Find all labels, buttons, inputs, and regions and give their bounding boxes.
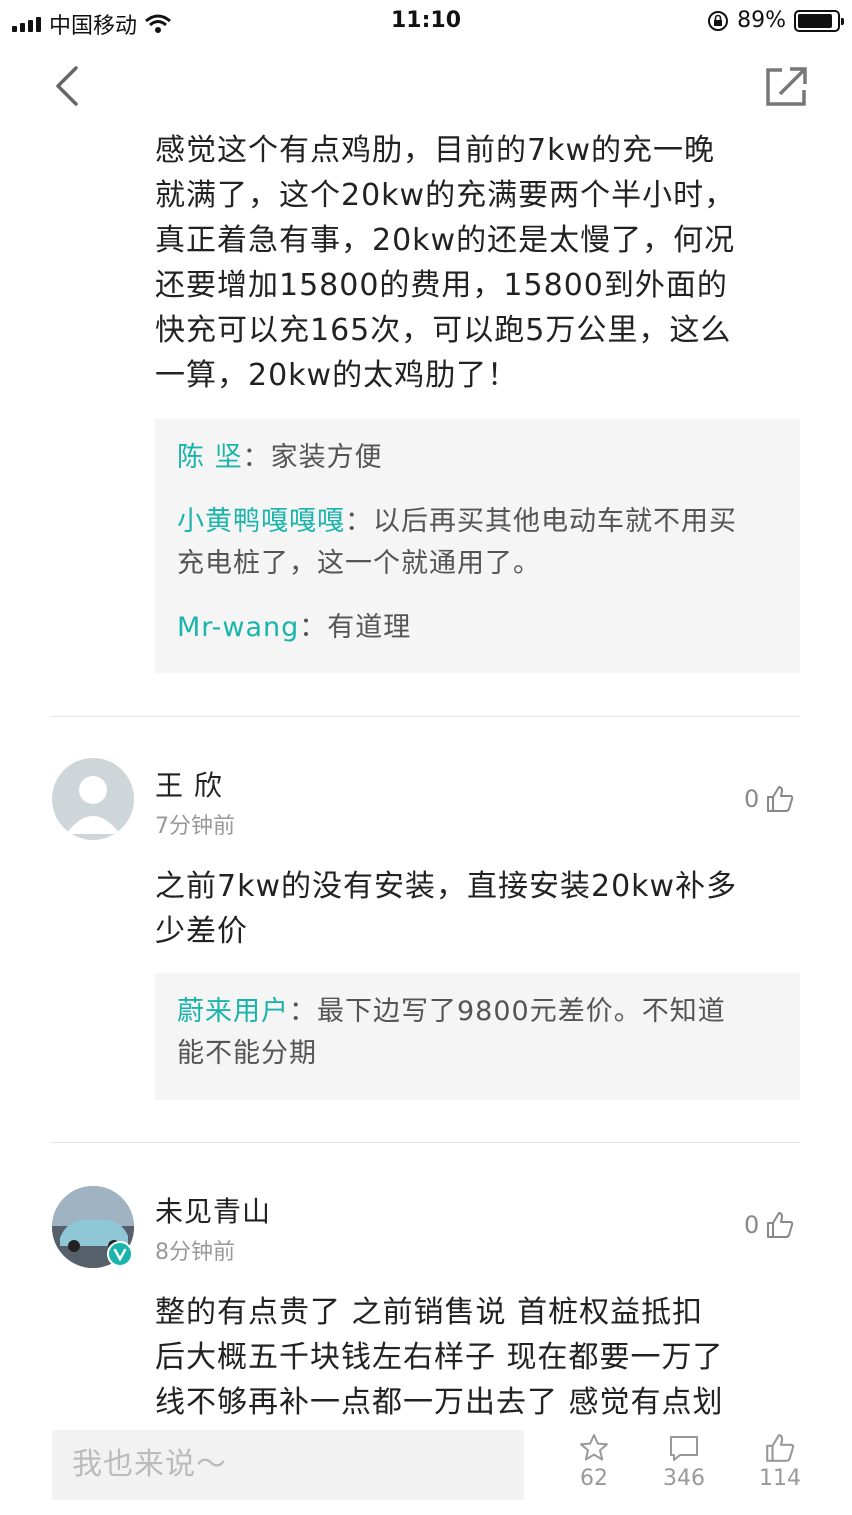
comment-username[interactable]: 未见青山 [155, 1190, 271, 1230]
reply-item[interactable]: 小黄鸭嘎嘎嘎：以后再买其他电动车就不用买 充电桩了，这一个就通用了。 [177, 501, 778, 585]
avatar[interactable] [52, 758, 134, 840]
status-bar: 中国移动 11:10 89% [0, 0, 852, 44]
post-line: 快充可以充165次，可以跑5万公里，这么 [155, 313, 732, 348]
default-avatar-icon [66, 776, 120, 834]
comments-count: 346 [663, 1466, 705, 1491]
like-button[interactable]: 0 [744, 784, 795, 814]
reply-text: 能不能分期 [177, 1038, 317, 1069]
comment-icon [670, 1436, 698, 1461]
back-icon[interactable] [48, 62, 88, 110]
post-line: 就满了，这个20kw的充满要两个半小时， [155, 178, 736, 213]
comment-line: 整的有点贵了 之前销售说 首桩权益抵扣 [155, 1295, 704, 1330]
post-line: 还要增加15800的费用，15800到外面的 [155, 268, 728, 303]
comment-line: 线不够再补一点都一万出去了 感觉有点划 [155, 1385, 724, 1420]
orientation-lock-icon [708, 10, 729, 31]
reply-item[interactable]: 蔚来用户：最下边写了9800元差价。不知道 能不能分期 [177, 991, 778, 1075]
divider [50, 716, 800, 717]
comment-line: 之前7kw的没有安装，直接安装20kw补多 [155, 869, 738, 904]
likes-button[interactable]: 114 [745, 1432, 815, 1491]
reply-text: 充电桩了，这一个就通用了。 [177, 548, 541, 579]
reply-box[interactable]: 陈 坚：家装方便 小黄鸭嘎嘎嘎：以后再买其他电动车就不用买 充电桩了，这一个就通… [155, 419, 800, 673]
thumbs-up-icon [767, 1212, 794, 1238]
reply-separator: ： [299, 612, 328, 643]
reply-box[interactable]: 蔚来用户：最下边写了9800元差价。不知道 能不能分期 [155, 973, 800, 1100]
comment-content: 之前7kw的没有安装，直接安装20kw补多 少差价 [155, 864, 805, 954]
reply-separator: ： [289, 996, 317, 1027]
divider [50, 1142, 800, 1143]
reply-item[interactable]: Mr-wang：有道理 [177, 607, 778, 649]
like-count: 0 [744, 785, 760, 813]
reply-text: 有道理 [327, 612, 412, 643]
reply-text: 以后再买其他电动车就不用买 [373, 506, 737, 537]
favorite-count: 62 [580, 1466, 608, 1491]
reply-author[interactable]: 蔚来用户 [177, 996, 289, 1027]
comment-content: 整的有点贵了 之前销售说 首桩权益抵扣 后大概五千块钱左右样子 现在都要一万了 … [155, 1290, 805, 1420]
comment-line: 少差价 [155, 914, 248, 949]
thumbs-up-icon [767, 786, 794, 812]
star-icon [580, 1434, 608, 1461]
verified-badge-icon [107, 1241, 133, 1267]
post-line: 真正着急有事，20kw的还是太慢了，何况 [155, 223, 736, 258]
reply-author[interactable]: 小黄鸭嘎嘎嘎 [177, 506, 345, 537]
reply-separator: ： [345, 506, 373, 537]
battery-percent: 89% [737, 8, 786, 33]
thumbs-up-icon [766, 1434, 795, 1462]
post-content: 感觉这个有点鸡肋，目前的7kw的充一晚 就满了，这个20kw的充满要两个半小时，… [155, 128, 805, 398]
like-button[interactable]: 0 [744, 1210, 795, 1240]
comment-line: 后大概五千块钱左右样子 现在都要一万了 [155, 1340, 724, 1375]
battery-fill [798, 13, 832, 28]
comment-username[interactable]: 王 欣 [155, 764, 223, 804]
comment-time: 8分钟前 [155, 1240, 235, 1265]
comment-input[interactable]: 我也来说～ [52, 1430, 524, 1500]
likes-count: 114 [759, 1466, 801, 1491]
post-line: 感觉这个有点鸡肋，目前的7kw的充一晚 [155, 133, 715, 168]
reply-item[interactable]: 陈 坚：家装方便 [177, 437, 778, 479]
favorite-button[interactable]: 62 [559, 1432, 629, 1491]
battery-icon [794, 9, 844, 32]
comment-time: 7分钟前 [155, 814, 235, 839]
share-icon[interactable] [764, 64, 808, 108]
reply-text: 最下边写了9800元差价。不知道 [317, 996, 726, 1027]
post-line: 一算，20kw的太鸡肋了！ [155, 358, 519, 393]
status-right: 89% [707, 8, 844, 33]
reply-author[interactable]: 陈 坚 [177, 442, 243, 473]
comments-button[interactable]: 346 [649, 1432, 719, 1491]
reply-author[interactable]: Mr-wang [177, 612, 299, 643]
reply-text: 家装方便 [270, 442, 383, 473]
like-count: 0 [744, 1211, 760, 1239]
bottom-bar: 我也来说～ 62 346 114 [0, 1420, 852, 1515]
reply-separator: ： [242, 442, 271, 473]
